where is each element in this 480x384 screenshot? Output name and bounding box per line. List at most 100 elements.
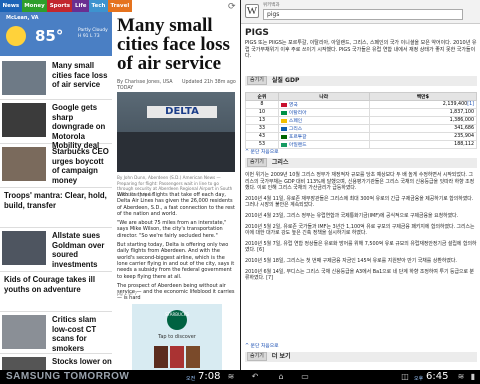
country-link[interactable]: 스페인 [289, 119, 302, 124]
tab-life[interactable]: Life [72, 0, 89, 12]
ad-brand: STARBUCKS [165, 312, 189, 317]
weather-range: H 91 L 73 [78, 34, 100, 39]
story-headline: Allstate sues Goldman over soured invest… [52, 231, 105, 269]
country-cell[interactable]: 이탈리아 [277, 108, 370, 117]
rank-cell: 33 [245, 124, 279, 133]
system-bar: SAMSUNG TOMORROW 오전 7:08 ≋ ↶ ⌂ ▭ ◫ 오후 6:… [0, 370, 480, 384]
refresh-icon[interactable]: ⟳ [228, 2, 238, 12]
back-to-top-link[interactable]: ^ 문단 처음으로 [245, 148, 279, 155]
country-cell[interactable]: 영국 [277, 100, 370, 109]
back-icon[interactable]: ↶ [250, 372, 260, 382]
flag-icon [280, 134, 287, 139]
reference-link[interactable]: [1] [467, 102, 474, 107]
wiki-app-title: 위키백과 [263, 3, 280, 8]
tab-news[interactable]: News [0, 0, 22, 12]
country-link[interactable]: 아일랜드 [289, 143, 307, 148]
rank-cell: 10 [245, 108, 279, 117]
hide-section-button[interactable]: 숨기기 [247, 76, 267, 85]
country-cell[interactable]: 아일랜드 [277, 140, 370, 149]
starbucks-ad[interactable]: STARBUCKS Tap to discover [132, 304, 222, 370]
col-header-rank: 순위 [245, 92, 279, 101]
country-link[interactable]: 그리스 [289, 127, 302, 132]
col-header-value: 백만$ [368, 92, 478, 101]
article-body: With its three flights that take off eac… [117, 192, 235, 305]
back-to-top-link[interactable]: ^ 문단 처음으로 [245, 342, 279, 349]
article-paragraph: With its three flights that take off eac… [117, 192, 235, 217]
flag-icon [280, 102, 287, 107]
screenshot-icon[interactable]: ◫ [400, 372, 410, 382]
tab-travel[interactable]: Travel [107, 0, 132, 12]
country-link[interactable]: 포르투갈 [289, 135, 307, 140]
right-clock: 6:45 [426, 371, 449, 382]
rank-cell: 8 [245, 100, 279, 109]
country-cell[interactable]: 스페인 [277, 116, 370, 125]
article-photo[interactable]: DELTA [117, 92, 235, 172]
greece-paragraph: 2010년 5월 2일, 유로존 국가들과 IMF는 3년간 1,100억 유로… [245, 223, 475, 237]
coffee-cups-image [154, 346, 200, 368]
story-thumbnail [2, 357, 46, 370]
home-icon[interactable]: ⌂ [276, 372, 286, 382]
section-nav: News Money Sports Life Tech Travel [0, 0, 132, 12]
wiki-toolbar: W 위키백과 pigs [241, 0, 480, 24]
list-item[interactable]: Allstate sues Goldman over soured invest… [0, 228, 112, 272]
story-thumbnail [2, 315, 46, 349]
flag-icon [280, 142, 287, 147]
wikipedia-logo-icon[interactable]: W [245, 4, 259, 18]
story-thumbnail [2, 231, 46, 265]
photo-crowd [117, 132, 235, 172]
value-cell: 2,139,400[1] [368, 100, 478, 109]
table-row: 33 그리스 341,686 [245, 124, 478, 133]
story-headline: Stocks lower on [52, 357, 112, 366]
article-title: Many small cities face loss of air servi… [117, 15, 230, 74]
country-link[interactable]: 이탈리아 [289, 111, 307, 116]
recent-apps-icon[interactable]: ▭ [300, 372, 310, 382]
list-item[interactable]: Troops' mantra: Clear, hold, build, tran… [0, 188, 112, 228]
story-thumbnail [2, 103, 46, 137]
flag-icon [280, 118, 287, 123]
story-thumbnail [2, 61, 46, 95]
table-row: 8 영국 2,139,400[1] [245, 100, 478, 109]
article-paragraph: But starting today, Delta is offering on… [117, 242, 235, 280]
left-ampm: 오전 [186, 376, 196, 382]
article-paragraph: "We are about 75 miles from an interstat… [117, 220, 227, 239]
list-item[interactable]: Kids of Courage takes ill youths on adve… [0, 272, 112, 312]
country-cell[interactable]: 그리스 [277, 124, 370, 133]
gdp-value: 1,837,100 [449, 110, 474, 115]
tab-tech[interactable]: Tech [89, 0, 108, 12]
wifi-icon: ≋ [227, 372, 235, 381]
list-item[interactable]: Critics slam low-cost CT scans for smoke… [0, 312, 112, 354]
story-thumbnail [2, 147, 46, 181]
country-link[interactable]: 영국 [289, 103, 298, 108]
section-title: 더 보기 [271, 353, 291, 360]
section-title: 그리스 [271, 159, 289, 166]
section-header-more: 숨기기 더 보기 [245, 352, 477, 362]
greece-paragraph: 2010년 5월 7일, 유럽 연합 정상들은 유로화 방어를 위해 7,500… [245, 240, 477, 254]
table-row: 53 아일랜드 188,112 [245, 140, 478, 149]
gdp-value: 1,386,000 [449, 118, 474, 123]
list-item[interactable]: Many small cities face loss of air servi… [0, 58, 112, 100]
gdp-table: 순위 나라 백만$ 8 영국 2,139,400[1] 10 이탈리아 1,837,100… [245, 92, 478, 149]
list-item[interactable]: Starbucks CEO urges boycott of campaign … [0, 144, 112, 188]
weather-widget[interactable]: McLean, VA 85° Partly Cloudy H 91 L 73 [0, 12, 112, 56]
tab-sports[interactable]: Sports [47, 0, 73, 12]
hide-section-button[interactable]: 숨기기 [247, 158, 267, 167]
flag-icon [280, 110, 287, 115]
section-header-greece: 숨기기 그리스 [245, 158, 477, 168]
gdp-value: 188,112 [454, 142, 474, 147]
search-input[interactable]: pigs [263, 9, 463, 20]
table-row: 43 포르투갈 235,904 [245, 132, 478, 141]
battery-icon: ▮ [470, 372, 476, 381]
story-headline: Kids of Courage takes ill youths on adve… [4, 275, 95, 294]
list-item[interactable]: Stocks lower on [0, 354, 112, 370]
hide-section-button[interactable]: 숨기기 [247, 352, 267, 361]
wifi-icon: ≋ [457, 372, 465, 381]
value-cell: 235,904 [368, 132, 478, 141]
story-headline: Many small cities face loss of air servi… [52, 61, 108, 89]
list-item[interactable]: Google gets sharp downgrade on Motorola … [0, 100, 112, 150]
country-cell[interactable]: 포르투갈 [277, 132, 370, 141]
tab-money[interactable]: Money [21, 0, 48, 12]
rank-cell: 13 [245, 116, 279, 125]
section-title: 실질 GDP [271, 77, 300, 84]
greece-paragraph: 2010년 4월 23일, 그리스 정부는 유럽연합과 국제통화기금(IMF)에… [245, 212, 459, 219]
value-cell: 188,112 [368, 140, 478, 149]
